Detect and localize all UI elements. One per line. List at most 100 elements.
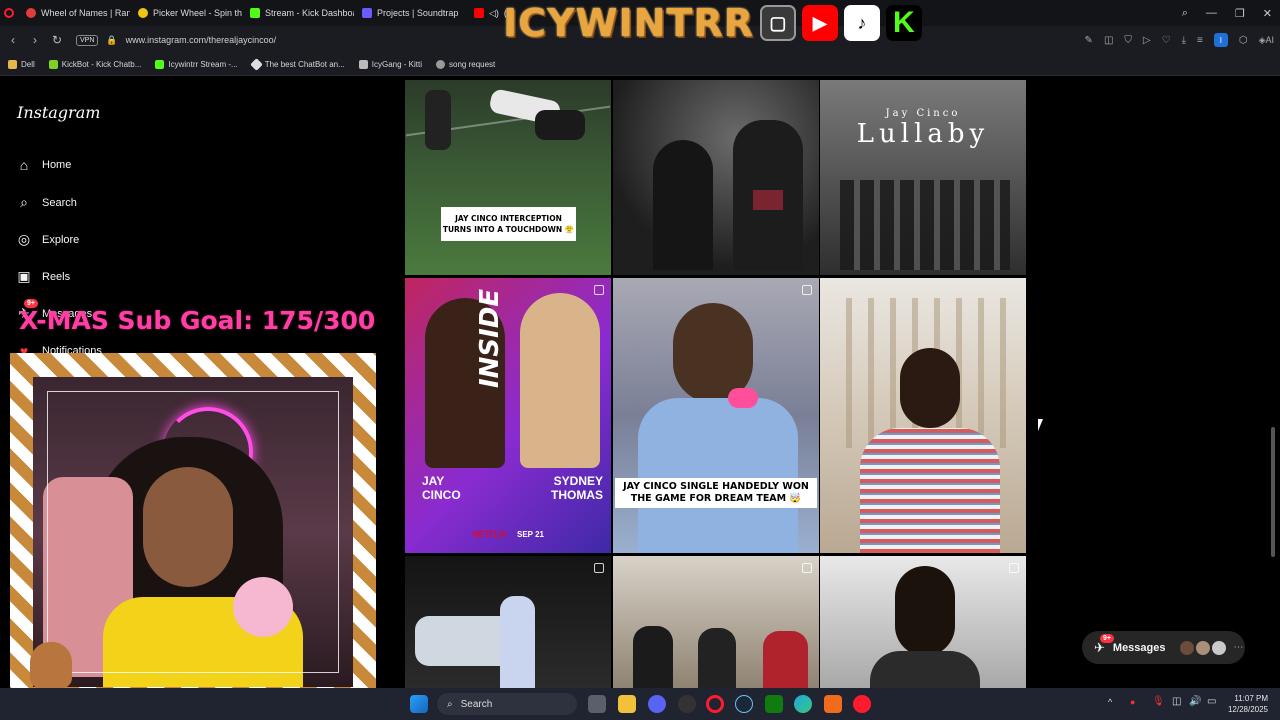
bookmark-song-request[interactable]: song request	[436, 60, 495, 69]
task-view-icon[interactable]	[588, 695, 606, 713]
page-scrollbar[interactable]	[1271, 427, 1275, 557]
jacket-detail	[753, 190, 783, 210]
kitti-icon	[358, 60, 368, 69]
bookmark-icygang[interactable]: IcyGang - Kitti	[358, 60, 423, 69]
person-figure	[500, 596, 535, 688]
edge-icon[interactable]	[794, 695, 812, 713]
tray-app-icon[interactable]: ●	[1130, 697, 1135, 707]
maximize-icon[interactable]: ❐	[1235, 7, 1245, 20]
nav-home[interactable]: ⌂ Home	[16, 157, 72, 173]
tab-label: Projects | Soundtrap	[377, 8, 459, 18]
extensions-icon[interactable]: ⬡	[1239, 35, 1248, 46]
windows-start-icon[interactable]	[410, 695, 428, 713]
post-portrait[interactable]	[820, 556, 1026, 688]
instagram-logo[interactable]: Instagram	[17, 103, 100, 122]
tab-youtube[interactable]: ◁) (	[466, 0, 506, 26]
mouse-cursor-icon	[1038, 419, 1043, 431]
tiktok-icon: ♪	[843, 5, 880, 41]
windows-taskbar: ⌕ Search ^ ● 🎙 ◫ 🔊 ▭ 11:07 PM 12/28/2025	[0, 688, 1280, 720]
close-icon[interactable]: ✕	[1263, 7, 1272, 20]
adobe-icon[interactable]	[824, 695, 842, 713]
url-field[interactable]: www.instagram.com/therealjaycincoo/	[126, 35, 277, 45]
taskbar-search[interactable]: ⌕ Search	[437, 693, 577, 715]
song-request-icon	[436, 60, 446, 69]
tab-wheel-of-names[interactable]: Wheel of Names | Randon	[18, 0, 130, 26]
carousel-icon	[594, 285, 604, 295]
tab-picker-wheel[interactable]: Picker Wheel - Spin the W	[130, 0, 242, 26]
stream-brand-overlay: ICYWINTRR ▢ ▶ ♪ K	[503, 0, 922, 46]
post-group-hangout[interactable]	[613, 556, 819, 688]
post-car-couple[interactable]	[405, 556, 611, 688]
post-lullaby[interactable]: Jay Cinco Lullaby	[820, 80, 1026, 275]
opera-icon[interactable]	[853, 695, 871, 713]
minimize-icon[interactable]: —	[1206, 7, 1217, 19]
crowd-figures	[840, 180, 1010, 270]
bookmark-chatbot[interactable]: The best ChatBot an...	[249, 58, 345, 71]
play-icon[interactable]: ▷	[1143, 35, 1151, 46]
person-figure	[698, 628, 736, 688]
clock-date: 12/28/2025	[1227, 705, 1268, 714]
person-head	[900, 348, 960, 428]
discord-icon[interactable]	[648, 695, 666, 713]
glove-detail	[728, 388, 758, 408]
file-explorer-icon[interactable]	[618, 695, 636, 713]
aria-ai-icon[interactable]: ◈AI	[1259, 35, 1274, 46]
opera-menu-button[interactable]	[0, 0, 18, 26]
download-icon[interactable]: ⤓	[1182, 35, 1186, 46]
menu-icon[interactable]: ≡	[1197, 35, 1203, 46]
search-tabs-icon[interactable]: ⌕	[1182, 7, 1188, 20]
post-dream-team[interactable]: JAY CINCO SINGLE HANDEDLY WON THE GAME F…	[613, 278, 819, 553]
bookmark-dell[interactable]: Dell	[8, 60, 35, 69]
reels-icon: ▣	[17, 268, 31, 284]
bookmark-icywintrr-stream[interactable]: Icywintrr Stream -...	[155, 60, 238, 69]
notification-icon[interactable]: ▭	[1207, 696, 1216, 707]
tab-favicon	[250, 8, 260, 18]
search-icon: ⌕	[20, 194, 28, 210]
back-icon[interactable]: ‹	[2, 33, 24, 47]
tab-label: Stream - Kick Dashboard	[265, 8, 354, 18]
gingerbread-decoration	[30, 642, 72, 688]
lock-icon: 🔒	[106, 34, 118, 45]
vpn-badge[interactable]: VPN	[76, 34, 99, 46]
camera-icon[interactable]: ◫	[1104, 35, 1113, 46]
nav-label: Explore	[42, 233, 80, 246]
tab-favicon	[362, 8, 372, 18]
person-right	[520, 293, 600, 468]
tab-favicon	[26, 8, 36, 18]
post-netflix-inside[interactable]: INSIDE JAY CINCO SYDNEY THOMAS NETFLIX S…	[405, 278, 611, 553]
bookmark-kickbot[interactable]: KickBot - Kick Chatb...	[48, 60, 141, 69]
network-icon[interactable]: ◫	[1172, 696, 1181, 707]
post-football-interception[interactable]: JAY CINCO INTERCEPTION TURNS INTO A TOUC…	[405, 80, 611, 275]
premiere-date: SEP 21	[517, 530, 544, 539]
obs-icon[interactable]	[678, 695, 696, 713]
volume-icon[interactable]: 🔊	[1189, 696, 1201, 707]
bookmark-label: IcyGang - Kitti	[371, 60, 423, 69]
nav-reels[interactable]: ▣ Reels	[16, 268, 70, 285]
opera-gx-icon[interactable]	[706, 695, 724, 713]
tab-kick-dashboard[interactable]: Stream - Kick Dashboard	[242, 0, 354, 26]
nav-explore[interactable]: ◎ Explore	[16, 231, 79, 248]
post-caption: JAY CINCO INTERCEPTION TURNS INTO A TOUC…	[441, 207, 576, 241]
xbox-icon[interactable]	[765, 695, 783, 713]
tab-soundtrap[interactable]: Projects | Soundtrap	[354, 0, 466, 26]
steam-icon[interactable]	[735, 695, 753, 713]
forward-icon[interactable]: ›	[24, 33, 46, 47]
messages-icon: ✈ 9+	[1094, 633, 1114, 656]
microphone-icon[interactable]: 🎙	[1152, 696, 1165, 707]
reload-icon[interactable]: ↻	[46, 33, 68, 47]
nav-label: Home	[42, 159, 72, 171]
netflix-label: NETFLIX	[473, 530, 507, 539]
nav-search[interactable]: ⌕ Search	[16, 194, 77, 211]
post-rome-street[interactable]	[820, 278, 1026, 553]
post-crowd-celebration[interactable]	[613, 80, 819, 275]
tab-audio-icon: ◁)	[489, 7, 499, 18]
messages-floating-button[interactable]: ✈ 9+ Messages ⋯	[1082, 631, 1245, 664]
edit-icon[interactable]: ✎	[1085, 35, 1093, 46]
profile-icon[interactable]: I	[1213, 33, 1228, 47]
shield-icon[interactable]: ⛉	[1124, 35, 1132, 46]
heart-icon[interactable]: ♡	[1162, 35, 1171, 46]
tray-chevron-icon[interactable]: ^	[1108, 697, 1112, 707]
bookmark-label: Dell	[21, 60, 35, 69]
taskbar-clock[interactable]: 11:07 PM 12/28/2025	[1228, 693, 1268, 715]
bookmarks-bar: Dell KickBot - Kick Chatb... Icywintrr S…	[0, 54, 1280, 76]
